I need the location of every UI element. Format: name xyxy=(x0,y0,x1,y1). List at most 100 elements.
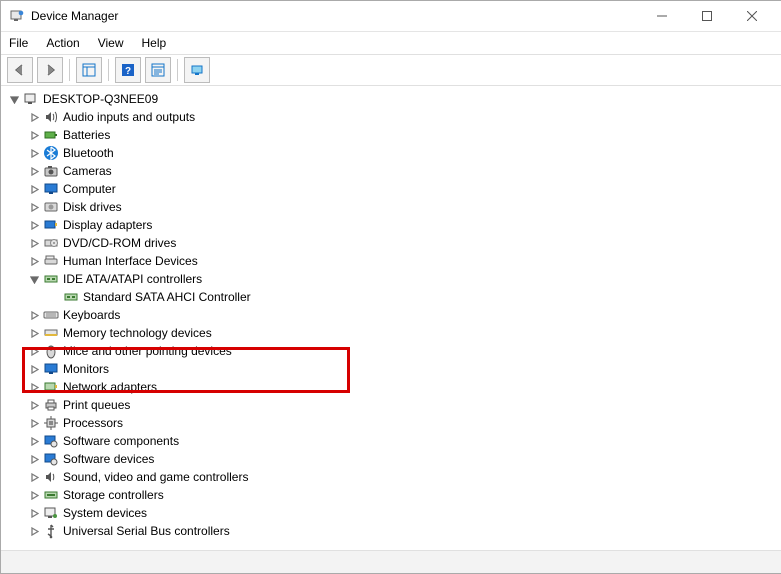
root-label: DESKTOP-Q3NEE09 xyxy=(43,92,158,106)
titlebar: Device Manager xyxy=(1,1,781,32)
chevron-right-icon[interactable] xyxy=(27,329,41,338)
svg-text:?: ? xyxy=(125,66,131,77)
category-storage[interactable]: Storage controllers xyxy=(27,486,781,504)
chevron-right-icon[interactable] xyxy=(27,167,41,176)
category-batteries[interactable]: Batteries xyxy=(27,126,781,144)
device-label: Standard SATA AHCI Controller xyxy=(83,290,251,304)
category-disk[interactable]: Disk drives xyxy=(27,198,781,216)
chevron-right-icon[interactable] xyxy=(27,383,41,392)
chevron-right-icon[interactable] xyxy=(27,419,41,428)
category-label: Software devices xyxy=(63,452,154,466)
controller-icon xyxy=(43,271,59,287)
chevron-right-icon[interactable] xyxy=(27,509,41,518)
show-hide-tree-button[interactable] xyxy=(76,57,102,83)
chevron-right-icon[interactable] xyxy=(27,113,41,122)
window-title: Device Manager xyxy=(31,9,118,23)
tree-root[interactable]: DESKTOP-Q3NEE09 xyxy=(7,90,781,108)
category-computer[interactable]: Computer xyxy=(27,180,781,198)
camera-icon xyxy=(43,163,59,179)
software-icon xyxy=(43,433,59,449)
category-label: Human Interface Devices xyxy=(63,254,198,268)
category-dvd[interactable]: DVD/CD-ROM drives xyxy=(27,234,781,252)
category-software-components[interactable]: Software components xyxy=(27,432,781,450)
controller-icon xyxy=(63,289,79,305)
chevron-right-icon[interactable] xyxy=(27,185,41,194)
chevron-right-icon[interactable] xyxy=(27,221,41,230)
category-label: Storage controllers xyxy=(63,488,164,502)
scan-hardware-button[interactable] xyxy=(184,57,210,83)
category-label: Print queues xyxy=(63,398,130,412)
chevron-right-icon[interactable] xyxy=(27,311,41,320)
category-sound[interactable]: Sound, video and game controllers xyxy=(27,468,781,486)
category-label: Processors xyxy=(63,416,123,430)
category-keyboards[interactable]: Keyboards xyxy=(27,306,781,324)
chevron-right-icon[interactable] xyxy=(27,437,41,446)
category-label: Sound, video and game controllers xyxy=(63,470,248,484)
monitor-icon xyxy=(43,181,59,197)
disc-icon xyxy=(43,235,59,251)
disk-icon xyxy=(43,199,59,215)
system-icon xyxy=(43,505,59,521)
chevron-right-icon[interactable] xyxy=(27,365,41,374)
menubar: File Action View Help xyxy=(1,32,781,54)
category-ide[interactable]: IDE ATA/ATAPI controllers xyxy=(27,270,781,288)
category-display[interactable]: Display adapters xyxy=(27,216,781,234)
chevron-right-icon[interactable] xyxy=(27,149,41,158)
properties-button[interactable] xyxy=(145,57,171,83)
category-label: Disk drives xyxy=(63,200,122,214)
category-network[interactable]: Network adapters xyxy=(27,378,781,396)
chevron-right-icon[interactable] xyxy=(27,527,41,536)
category-label: Display adapters xyxy=(63,218,152,232)
forward-button[interactable] xyxy=(37,57,63,83)
category-print-queues[interactable]: Print queues xyxy=(27,396,781,414)
category-label: Bluetooth xyxy=(63,146,114,160)
help-button[interactable]: ? xyxy=(115,57,141,83)
category-system[interactable]: System devices xyxy=(27,504,781,522)
category-processors[interactable]: Processors xyxy=(27,414,781,432)
category-label: Mice and other pointing devices xyxy=(63,344,232,358)
mouse-icon xyxy=(43,343,59,359)
category-usb[interactable]: Universal Serial Bus controllers xyxy=(27,522,781,540)
hid-icon xyxy=(43,253,59,269)
category-mice[interactable]: Mice and other pointing devices xyxy=(27,342,781,360)
menu-help[interactable]: Help xyxy=(140,35,169,51)
chevron-right-icon[interactable] xyxy=(27,473,41,482)
display-adapter-icon xyxy=(43,217,59,233)
menu-file[interactable]: File xyxy=(7,35,30,51)
category-label: Batteries xyxy=(63,128,110,142)
category-bluetooth[interactable]: Bluetooth xyxy=(27,144,781,162)
category-label: IDE ATA/ATAPI controllers xyxy=(63,272,202,286)
menu-view[interactable]: View xyxy=(96,35,126,51)
category-monitors[interactable]: Monitors xyxy=(27,360,781,378)
chevron-right-icon[interactable] xyxy=(27,203,41,212)
category-label: Computer xyxy=(63,182,116,196)
device-sata-ahci[interactable]: Standard SATA AHCI Controller xyxy=(47,288,781,306)
chevron-right-icon[interactable] xyxy=(27,491,41,500)
category-cameras[interactable]: Cameras xyxy=(27,162,781,180)
battery-icon xyxy=(43,127,59,143)
category-audio[interactable]: Audio inputs and outputs xyxy=(27,108,781,126)
minimize-button[interactable] xyxy=(639,1,684,31)
chevron-right-icon[interactable] xyxy=(27,239,41,248)
memory-icon xyxy=(43,325,59,341)
chevron-right-icon[interactable] xyxy=(27,131,41,140)
storage-icon xyxy=(43,487,59,503)
chevron-down-icon[interactable] xyxy=(27,275,41,284)
chevron-right-icon[interactable] xyxy=(27,401,41,410)
chevron-right-icon[interactable] xyxy=(27,455,41,464)
maximize-button[interactable] xyxy=(684,1,729,31)
cpu-icon xyxy=(43,415,59,431)
menu-action[interactable]: Action xyxy=(44,35,81,51)
close-button[interactable] xyxy=(729,1,774,31)
chevron-right-icon[interactable] xyxy=(27,257,41,266)
category-software-devices[interactable]: Software devices xyxy=(27,450,781,468)
category-memory[interactable]: Memory technology devices xyxy=(27,324,781,342)
software-icon xyxy=(43,451,59,467)
device-manager-window: Device Manager File Action View Help ? xyxy=(0,0,781,574)
back-button[interactable] xyxy=(7,57,33,83)
category-hid[interactable]: Human Interface Devices xyxy=(27,252,781,270)
chevron-down-icon[interactable] xyxy=(7,95,21,104)
chevron-right-icon[interactable] xyxy=(27,347,41,356)
device-tree-pane[interactable]: DESKTOP-Q3NEE09 Audio inputs and outputs… xyxy=(1,86,781,550)
toolbar: ? xyxy=(1,54,781,86)
